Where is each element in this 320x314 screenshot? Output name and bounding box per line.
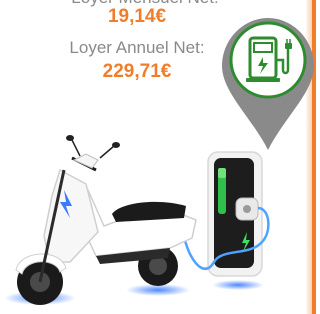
electric-scooter-with-charger-image: [4, 135, 270, 305]
